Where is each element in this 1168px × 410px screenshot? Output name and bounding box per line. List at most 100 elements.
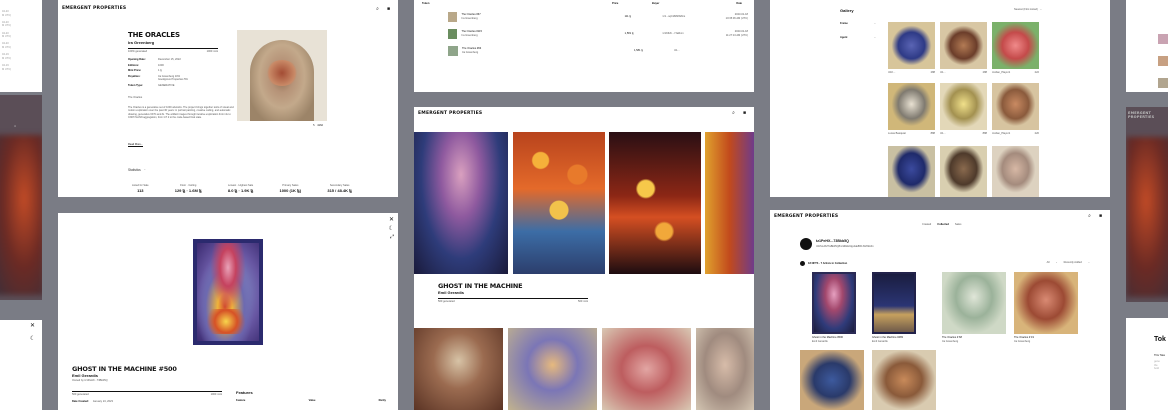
- card-price: 888: [982, 132, 987, 135]
- description: The Oracles is a generative set of 1000 …: [128, 106, 234, 119]
- owned-card[interactable]: The Oracles # 19 Ira Greenberg: [1014, 272, 1078, 343]
- hero-artwork-2: [513, 132, 605, 274]
- date-value: January 24, 2023: [92, 400, 113, 403]
- card-owner[interactable]: Jordan_Player1: [992, 132, 1010, 136]
- wallet-icon[interactable]: ■: [1099, 213, 1102, 219]
- card-price: 888: [930, 132, 935, 135]
- left-sliver-top: 04-20 M UTC) 04-20 M UTC) 04-20 M UTC) 04-20 M …: [0, 0, 42, 92]
- moon-icon[interactable]: ☾: [30, 335, 35, 342]
- token-artist[interactable]: Emil Gerardis: [72, 373, 98, 378]
- filter-frame[interactable]: Frame: [840, 22, 848, 26]
- tab-collected[interactable]: Collected: [937, 223, 949, 227]
- row-date: 2023-01-18 10:35:36 AM (UTC): [725, 13, 748, 20]
- expand-icon[interactable]: ⤢: [390, 234, 394, 240]
- field-key: Editions:: [128, 63, 140, 67]
- progress-count: 1000 mint: [206, 50, 218, 53]
- date-label: Date Created:: [72, 400, 89, 403]
- chevron-down-icon[interactable]: ⌄: [1055, 261, 1057, 265]
- collection-icon: [800, 261, 805, 266]
- tab-created[interactable]: Created: [922, 223, 931, 227]
- owned-card[interactable]: Ghost in the Machine #483 Emil Gerardis: [872, 272, 916, 343]
- card-owner[interactable]: tz1...: [940, 71, 946, 75]
- collection-artist[interactable]: Ira Greenberg: [128, 40, 154, 45]
- card-artist: Emil Gerardis: [812, 339, 828, 343]
- collection-title: THE ORACLES: [128, 31, 180, 39]
- gallery-card[interactable]: Jordan_Player1 220: [992, 83, 1039, 136]
- gallery-card[interactable]: Jordan_Player1 222: [992, 22, 1039, 75]
- wallet-icon[interactable]: ■: [743, 110, 746, 116]
- gallery-card[interactable]: tz1... 288: [940, 22, 987, 75]
- features-heading: Features: [236, 390, 253, 395]
- brand-logo[interactable]: EMERGENT PROPERTIES: [418, 111, 482, 116]
- left-sliver-blur: ✕: [0, 95, 42, 300]
- stat-value: 8.0 ꜩ · 1.9K ꜩ: [227, 187, 254, 193]
- owned-card[interactable]: [872, 350, 936, 410]
- row-artist: Ira Greenberg: [462, 51, 479, 54]
- search-icon[interactable]: ⌕: [1088, 213, 1091, 219]
- gallery-card[interactable]: [992, 146, 1039, 197]
- brand-logo[interactable]: EMERGENT PROPERTIES: [774, 214, 838, 219]
- close-icon[interactable]: ✕: [30, 322, 35, 329]
- close-icon[interactable]: ✕: [389, 216, 394, 223]
- card-owner[interactable]: Lucas Basquiat: [888, 132, 906, 136]
- card-owner[interactable]: tz1K...: [888, 71, 895, 75]
- statistics-toggle[interactable]: Statistics: [128, 168, 141, 172]
- chevron-down-icon[interactable]: ⌄: [874, 36, 876, 40]
- progress-label: 500 generated: [72, 393, 89, 396]
- gallery-page: Gallery Newest (First Listed) ⌄ Frame ⌄ A…: [770, 0, 1110, 197]
- profile-address[interactable]: tz1PeHXZ7aBkb5Q8nzdDkH0qp4ak8R1XH69AFx: [816, 245, 874, 249]
- owned-card[interactable]: Ghost in the Machine #500 Emil Gerardis: [812, 272, 856, 343]
- field-value: 1 ꜩ: [158, 69, 163, 73]
- moon-icon[interactable]: ☾: [389, 225, 394, 232]
- stat-value: 315 / 48.4K ꜩ: [327, 187, 352, 193]
- row-buyer[interactable]: tz1K6zb...7JaRvm: [663, 32, 710, 36]
- collection-artist[interactable]: Emil Gerardis: [438, 290, 464, 295]
- gallery-card[interactable]: [940, 146, 987, 197]
- gallery-card[interactable]: Lucas Basquiat 888: [888, 83, 935, 136]
- grid-thumb[interactable]: [602, 328, 691, 410]
- owned-card[interactable]: The Oracles # 68 Ira Greenberg: [942, 272, 1006, 343]
- table-header: Token: [422, 2, 430, 5]
- token-owner[interactable]: Owned by tz1PeHX...73Bkb5Q: [72, 379, 108, 383]
- field-value: 1000: [158, 63, 164, 67]
- profile-name: tz1PeHX...73Bkb5Q: [816, 239, 849, 243]
- read-more-link[interactable]: Read More...: [128, 143, 143, 147]
- filter-agent[interactable]: Agent: [840, 36, 847, 40]
- row-buyer[interactable]: tz1...: [674, 49, 724, 53]
- owned-card[interactable]: [800, 350, 864, 410]
- gallery-card[interactable]: tz1... 888: [940, 83, 987, 136]
- table-header: Buyer: [652, 2, 660, 5]
- search-icon[interactable]: ⌕: [732, 110, 735, 116]
- chevron-down-icon[interactable]: ⌄: [144, 168, 146, 172]
- table-row[interactable]: The Oracles #93 Ira Greenberg 1,581 ꜩ tz1…: [448, 46, 748, 56]
- grid-thumb[interactable]: [508, 328, 597, 410]
- gallery-card[interactable]: tz1K... 288: [888, 22, 935, 75]
- search-icon[interactable]: ⌕: [376, 6, 379, 12]
- chevron-down-icon[interactable]: ⌄: [1040, 8, 1042, 12]
- sales-table-page: Token Price Buyer Date The Oracles #67 Ir…: [414, 0, 754, 92]
- refresh-icon[interactable]: ↻: [313, 124, 315, 128]
- chevron-down-icon[interactable]: ⌄: [874, 22, 876, 26]
- sort-select[interactable]: Newest (First Listed): [1014, 8, 1038, 12]
- oracle-hero-image: [237, 30, 327, 121]
- card-owner[interactable]: tz1...: [940, 132, 946, 136]
- brand-logo[interactable]: EMERGENT PROPERTIES: [62, 6, 126, 11]
- table-row[interactable]: The Oracles #67 Ira Greenberg 111 ꜩ tz1..…: [448, 12, 748, 22]
- field-key: Royalties:: [128, 74, 141, 78]
- sort-select[interactable]: Recently Added: [1064, 261, 1082, 265]
- row-price: 111 ꜩ: [624, 15, 632, 19]
- table-row[interactable]: The Oracles #115 Ira Greenberg 1,581 ꜩ tz…: [448, 29, 748, 39]
- filter-all[interactable]: All: [1047, 261, 1050, 265]
- wallet-icon[interactable]: ■: [387, 6, 390, 12]
- grid-thumb[interactable]: [696, 328, 754, 410]
- grid-thumb[interactable]: [414, 328, 503, 410]
- avatar: [800, 238, 812, 250]
- field-key: Token Type:: [128, 83, 143, 87]
- card-owner[interactable]: Jordan_Player1: [992, 71, 1010, 75]
- gallery-card[interactable]: [888, 146, 935, 197]
- feature-col: Rarity: [378, 399, 386, 402]
- tab-sales[interactable]: Sales: [955, 223, 962, 227]
- progress-label: 500 generated: [438, 300, 455, 303]
- row-buyer[interactable]: tz1...sqCdNMWAhs: [663, 15, 710, 19]
- chevron-down-icon[interactable]: ⌄: [1088, 261, 1090, 265]
